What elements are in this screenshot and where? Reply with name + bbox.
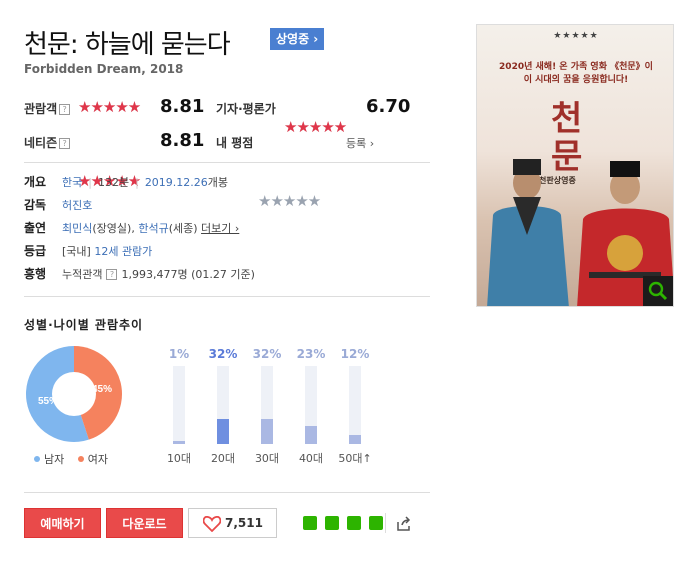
demographics-title: 성별·나이별 관람추이 bbox=[24, 318, 144, 332]
help-icon[interactable]: ? bbox=[59, 104, 71, 115]
age-bar-track bbox=[305, 366, 317, 444]
poster-stars: ★★★★★ bbox=[553, 31, 599, 41]
age-label: 50대↑ bbox=[338, 452, 372, 465]
download-button[interactable]: 다운로드 bbox=[106, 508, 183, 538]
age-pct-label: 32% bbox=[208, 347, 238, 361]
actor-role: (세종) bbox=[168, 222, 198, 235]
share-icon[interactable] bbox=[396, 516, 412, 532]
age-bar bbox=[261, 419, 273, 444]
grade-value: [국내] 12세 관람가 bbox=[62, 243, 152, 259]
country-link[interactable]: 한국 bbox=[62, 176, 82, 189]
reserve-button[interactable]: 예매하기 bbox=[24, 508, 101, 538]
donut-hole bbox=[52, 372, 96, 416]
director-link[interactable]: 허진호 bbox=[62, 199, 92, 212]
audience-score: 8.81 bbox=[160, 96, 205, 117]
divider bbox=[24, 162, 430, 163]
age-label: 20대 bbox=[210, 452, 236, 465]
boxoffice-count: 1,993,477명 bbox=[121, 268, 188, 281]
grade-region: [국내] bbox=[62, 245, 91, 258]
boxoffice-date: (01.27 기준) bbox=[191, 268, 255, 281]
register-rating-link[interactable]: 등록 › bbox=[346, 135, 374, 151]
age-label: 10대 bbox=[166, 452, 192, 465]
age-bar bbox=[349, 435, 361, 444]
netizen-score: 8.81 bbox=[160, 130, 205, 151]
grade-link[interactable]: 12세 관람가 bbox=[94, 245, 152, 258]
director-label: 감독 bbox=[24, 198, 47, 212]
memo-share-icon[interactable] bbox=[369, 516, 383, 530]
heart-icon bbox=[202, 514, 222, 542]
actor-role: (장영실) bbox=[92, 222, 132, 235]
age-bar-track bbox=[349, 366, 361, 444]
audience-rating-label: 관람객? bbox=[24, 100, 71, 117]
male-legend-label: 남자 bbox=[44, 453, 65, 466]
age-pct-label: 32% bbox=[252, 347, 282, 361]
boxoffice-caption: 누적관객 bbox=[62, 268, 103, 281]
movie-poster[interactable]: ★★★★★ 2020년 새해! 온 가족 영화 《천문》이 이 시대의 꿈을 응… bbox=[476, 24, 674, 307]
age-pct-label: 12% bbox=[340, 347, 370, 361]
age-bar bbox=[305, 426, 317, 444]
critic-score: 6.70 bbox=[366, 96, 411, 117]
cast-value: 최민식(장영실), 한석규(세종) 더보기 › bbox=[62, 220, 239, 236]
female-pct-label: 45% bbox=[92, 384, 112, 395]
help-icon[interactable]: ? bbox=[106, 269, 118, 280]
male-dot bbox=[34, 456, 40, 462]
divider bbox=[385, 513, 386, 533]
female-legend-label: 여자 bbox=[87, 453, 108, 466]
age-bar bbox=[173, 441, 185, 444]
actor-link[interactable]: 한석규 bbox=[138, 222, 168, 235]
cast-more-link[interactable]: 더보기 › bbox=[201, 222, 239, 235]
divider bbox=[24, 296, 430, 297]
critic-rating-label: 기자·평론가 bbox=[216, 102, 276, 116]
age-label: 30대 bbox=[254, 452, 280, 465]
cafe-share-icon[interactable] bbox=[325, 516, 339, 530]
age-pct-label: 1% bbox=[168, 347, 190, 361]
female-dot bbox=[77, 456, 84, 462]
netizen-label-text: 네티즌 bbox=[24, 136, 58, 150]
like-button[interactable]: 7,511 bbox=[188, 508, 277, 538]
age-pct-label: 23% bbox=[296, 347, 326, 361]
cast-label: 출연 bbox=[24, 221, 47, 235]
poster-tagline-1: 2020년 새해! 온 가족 영화 《천문》이 bbox=[499, 62, 653, 72]
actor-link[interactable]: 최민식 bbox=[62, 222, 92, 235]
status-badge[interactable]: 상영중 › bbox=[270, 28, 325, 50]
age-bar-track bbox=[261, 366, 273, 444]
divider bbox=[24, 492, 430, 493]
gender-donut-chart: 55% 45% bbox=[26, 346, 123, 442]
release-suffix: 개봉 bbox=[207, 176, 229, 189]
search-icon bbox=[648, 281, 668, 301]
age-bar-track bbox=[217, 366, 229, 444]
blog-share-icon[interactable] bbox=[303, 516, 317, 530]
age-bar-track bbox=[173, 366, 185, 444]
release-date-link[interactable]: 2019.12.26 bbox=[145, 176, 208, 189]
age-bar bbox=[217, 419, 229, 444]
netizen-rating-label: 네티즌? bbox=[24, 134, 71, 151]
runtime: 132분 bbox=[97, 176, 130, 189]
poster-tagline-2: 이 시대의 꿈을 응원합니다! bbox=[523, 75, 629, 85]
poster-zoom-button[interactable] bbox=[643, 276, 673, 306]
overview-value: 한국 | 132분 | 2019.12.26개봉 bbox=[62, 176, 229, 189]
bookmark-share-icon[interactable] bbox=[347, 516, 361, 530]
boxoffice-label: 흥행 bbox=[24, 267, 47, 281]
age-label: 40대 bbox=[298, 452, 324, 465]
help-icon[interactable]: ? bbox=[59, 138, 71, 149]
like-count: 7,511 bbox=[225, 516, 263, 530]
english-title: Forbidden Dream, 2018 bbox=[24, 62, 184, 76]
page-title: 천문: 하늘에 묻는다 bbox=[24, 30, 231, 60]
grade-label: 등급 bbox=[24, 244, 47, 258]
director-value: 허진호 bbox=[62, 197, 92, 213]
gender-legend: 남자 여자 bbox=[34, 451, 108, 467]
overview-label: 개요 bbox=[24, 175, 47, 189]
male-pct-label: 55% bbox=[38, 396, 58, 407]
audience-label-text: 관람객 bbox=[24, 102, 58, 116]
boxoffice-value: 누적관객? 1,993,477명 (01.27 기준) bbox=[62, 266, 255, 282]
my-rating-label: 내 평점 bbox=[216, 136, 254, 150]
